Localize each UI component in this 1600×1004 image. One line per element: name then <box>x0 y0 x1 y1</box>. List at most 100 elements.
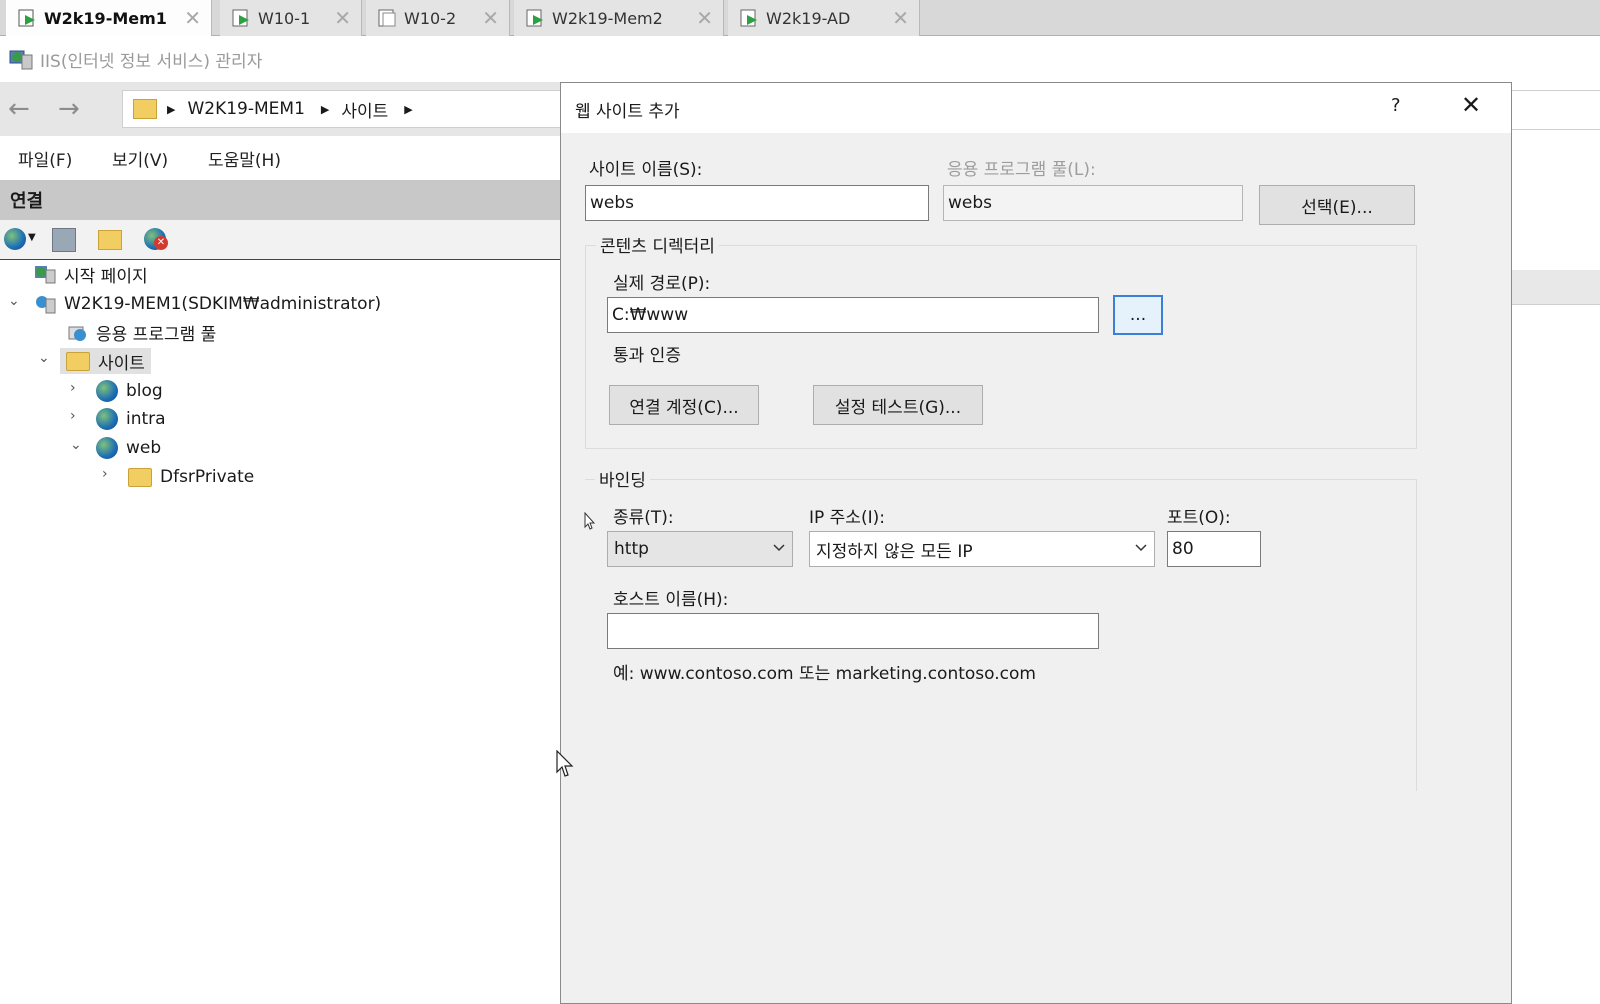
binding-type-value: http <box>614 539 649 559</box>
forward-arrow-icon[interactable]: → <box>58 94 80 124</box>
host-name-field[interactable] <box>607 613 1099 649</box>
ip-address-select[interactable]: 지정하지 않은 모든 IP <box>809 531 1155 567</box>
group-title: 콘텐츠 디렉터리 <box>596 232 719 257</box>
connections-toolbar: ▼ ✕ <box>0 220 560 260</box>
breadcrumb-sites[interactable]: 사이트 <box>341 97 388 122</box>
tree-site-web[interactable]: web <box>96 435 161 461</box>
site-name-field[interactable]: webs <box>585 185 929 221</box>
tab-label: W10-1 <box>258 8 311 28</box>
tree-label: 응용 프로그램 풀 <box>96 324 217 345</box>
tab-w10-2[interactable]: W10-2 ✕ <box>366 0 510 36</box>
close-icon[interactable]: ✕ <box>1461 91 1481 119</box>
tree-label: DfsrPrivate <box>160 467 255 487</box>
tab-w2k19-ad[interactable]: W2k19-AD ✕ <box>728 0 920 36</box>
address-bar[interactable]: ▶ W2K19-MEM1 ▶ 사이트 ▶ <box>122 90 562 128</box>
port-value: 80 <box>1172 539 1194 559</box>
connections-header: 연결 <box>0 180 560 220</box>
menu-file[interactable]: 파일(F) <box>18 146 72 171</box>
add-website-dialog: 웹 사이트 추가 ? ✕ 사이트 이름(S): webs 응용 프로그램 풀(L… <box>560 82 1512 1004</box>
breadcrumb-separator-icon: ▶ <box>404 102 413 116</box>
tree-label: web <box>126 438 162 458</box>
group-title: 바인딩 <box>595 466 650 491</box>
sites-folder-icon <box>133 99 157 119</box>
port-field[interactable]: 80 <box>1167 531 1261 567</box>
ip-address-value: 지정하지 않은 모든 IP <box>816 541 973 562</box>
physical-path-field[interactable]: C:₩www <box>607 297 1099 333</box>
app-pools-icon <box>66 321 88 343</box>
iis-manager-icon <box>8 47 34 71</box>
disconnect-x-icon: ✕ <box>154 236 168 250</box>
chevron-down-icon[interactable]: ⌄ <box>8 293 20 309</box>
tree-server-node[interactable]: W2K19-MEM1(SDKIM₩administrator) <box>34 291 381 317</box>
website-globe-icon <box>96 408 118 430</box>
website-globe-icon <box>96 380 118 402</box>
close-icon[interactable]: ✕ <box>696 6 713 30</box>
save-icon[interactable] <box>52 228 76 252</box>
tab-label: W10-2 <box>404 8 457 28</box>
tab-w10-1[interactable]: W10-1 ✕ <box>220 0 362 36</box>
vm-tab-bar: W2k19-Mem1 ✕ W10-1 ✕ W10-2 ✕ W2k19-Mem2 … <box>0 0 1600 36</box>
close-icon[interactable]: ✕ <box>184 6 201 30</box>
chevron-right-icon[interactable]: › <box>70 380 76 396</box>
tree-label: 사이트 <box>98 353 145 374</box>
dialog-title-bar: 웹 사이트 추가 ? ✕ <box>561 83 1511 133</box>
up-folder-icon[interactable] <box>98 230 122 250</box>
cursor-arrow-icon <box>556 750 574 777</box>
chevron-down-icon <box>772 539 786 553</box>
close-icon[interactable]: ✕ <box>334 6 351 30</box>
select-app-pool-button[interactable]: 선택(E)... <box>1259 185 1415 225</box>
app-title: IIS(인터넷 정보 서비스) 관리자 <box>40 51 263 72</box>
menu-help[interactable]: 도움말(H) <box>208 146 281 171</box>
tree-start-page[interactable]: 시작 페이지 <box>34 261 148 287</box>
app-pool-value: webs <box>948 193 993 213</box>
tab-w2k19-mem2[interactable]: W2k19-Mem2 ✕ <box>514 0 724 36</box>
connect-globe-icon[interactable] <box>4 228 26 250</box>
tree-label: 시작 페이지 <box>64 266 148 287</box>
dropdown-arrow-icon[interactable]: ▼ <box>28 232 36 243</box>
start-page-icon <box>34 263 56 285</box>
tree-label: blog <box>126 381 163 401</box>
binding-type-label: 종류(T): <box>613 508 674 528</box>
connect-as-button[interactable]: 연결 계정(C)... <box>609 385 759 425</box>
back-arrow-icon[interactable]: ← <box>8 94 30 124</box>
tab-label: W2k19-Mem2 <box>552 8 663 28</box>
dialog-title: 웹 사이트 추가 <box>575 102 680 122</box>
test-settings-button[interactable]: 설정 테스트(G)... <box>813 385 983 425</box>
tree-app-pools[interactable]: 응용 프로그램 풀 <box>66 319 216 345</box>
folder-icon <box>128 467 152 487</box>
physical-path-value: C:₩www <box>612 305 689 325</box>
button-label: ... <box>1129 305 1147 325</box>
port-label: 포트(O): <box>1167 508 1231 528</box>
chevron-down-icon[interactable]: ⌄ <box>70 437 82 453</box>
binding-type-select[interactable]: http <box>607 531 793 567</box>
browse-button[interactable]: ... <box>1113 295 1163 335</box>
vm-icon <box>378 8 398 28</box>
tree-folder-dfsrprivate[interactable]: DfsrPrivate <box>128 464 254 490</box>
tab-w2k19-mem1[interactable]: W2k19-Mem1 ✕ <box>6 0 212 36</box>
breadcrumb-separator-icon: ▶ <box>167 102 176 116</box>
physical-path-label: 실제 경로(P): <box>613 274 711 294</box>
app-pool-label: 응용 프로그램 풀(L): <box>947 160 1096 180</box>
vm-icon <box>232 8 252 28</box>
close-icon[interactable]: ✕ <box>892 6 909 30</box>
tree-site-blog[interactable]: blog <box>96 378 163 404</box>
breadcrumb-server[interactable]: W2K19-MEM1 <box>187 99 304 119</box>
chevron-right-icon[interactable]: › <box>102 466 108 482</box>
tab-label: W2k19-Mem1 <box>44 8 167 28</box>
close-icon[interactable]: ✕ <box>482 6 499 30</box>
menu-view[interactable]: 보기(V) <box>112 146 168 171</box>
button-label: 연결 계정(C)... <box>629 397 739 418</box>
site-name-value: webs <box>590 193 635 213</box>
tree-label: intra <box>126 409 166 429</box>
cursor-arrow-icon <box>584 512 596 530</box>
ip-address-label: IP 주소(I): <box>809 508 885 528</box>
chevron-right-icon[interactable]: › <box>70 408 76 424</box>
help-button[interactable]: ? <box>1391 95 1401 116</box>
chevron-down-icon <box>1134 539 1148 553</box>
chevron-down-icon[interactable]: ⌄ <box>38 350 50 366</box>
breadcrumb-separator-icon: ▶ <box>320 102 330 116</box>
tree-sites[interactable]: 사이트 <box>60 348 151 374</box>
server-icon <box>34 293 56 315</box>
tree-site-intra[interactable]: intra <box>96 406 166 432</box>
host-name-label: 호스트 이름(H): <box>613 590 729 610</box>
